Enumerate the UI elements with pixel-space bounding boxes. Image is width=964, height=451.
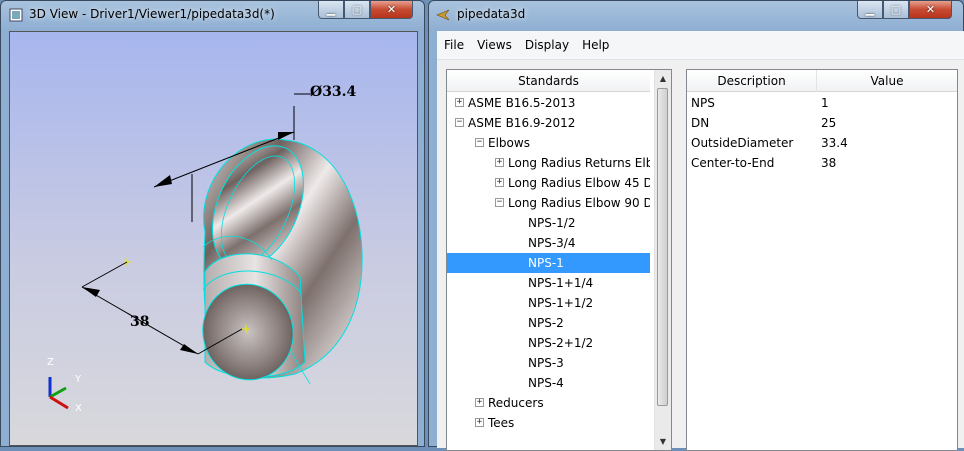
- menu-file[interactable]: File: [437, 38, 470, 52]
- property-description: Center-to-End: [691, 156, 775, 170]
- maximize-icon: ▢: [890, 3, 902, 16]
- tree-header[interactable]: Standards: [447, 70, 650, 92]
- length-label: 38: [130, 314, 150, 330]
- tree-item-label: NPS-4: [528, 376, 564, 390]
- tree-item[interactable]: NPS-2+1/2: [447, 333, 650, 353]
- expand-icon[interactable]: +: [495, 158, 504, 167]
- tree-item[interactable]: + ASME B16.5-2013: [447, 93, 650, 113]
- maximize-icon: ▢: [351, 3, 363, 16]
- main-window: pipedata3d ▁ ▢ ✕ File Views Display Help…: [428, 0, 964, 451]
- property-description: NPS: [691, 96, 715, 110]
- collapse-icon[interactable]: −: [455, 118, 464, 127]
- collapse-icon[interactable]: −: [475, 138, 484, 147]
- tree-item-label: NPS-2+1/2: [528, 336, 594, 350]
- expand-icon[interactable]: +: [455, 98, 464, 107]
- tree-item[interactable]: + Long Radius Returns Elbow: [447, 153, 650, 173]
- tree-item-label: NPS-1+1/4: [528, 276, 594, 290]
- axis-y-label: Y: [75, 374, 82, 385]
- tree-item[interactable]: NPS-1+1/2: [447, 293, 650, 313]
- elbow-model: [48, 93, 363, 410]
- tree-item[interactable]: − ASME B16.9-2012: [447, 113, 650, 133]
- 3d-viewport[interactable]: Ø33.4 38 Z Y X: [9, 31, 418, 446]
- axis-x-label: X: [75, 403, 82, 414]
- viewer-window: 3D View - Driver1/Viewer1/pipedata3d(*) …: [0, 0, 425, 447]
- tree-item[interactable]: + Long Radius Elbow 45 Degr: [447, 173, 650, 193]
- property-description: DN: [691, 116, 710, 130]
- tree-item-label: NPS-2: [528, 316, 564, 330]
- scroll-down-arrow[interactable]: ▼: [655, 433, 671, 450]
- diameter-label: Ø33.4: [310, 84, 357, 100]
- maximize-button[interactable]: ▢: [883, 1, 909, 19]
- collapse-icon[interactable]: −: [495, 198, 504, 207]
- menu-views[interactable]: Views: [470, 38, 518, 52]
- expand-icon[interactable]: +: [475, 418, 484, 427]
- tree-item-label: Elbows: [488, 136, 530, 150]
- column-description[interactable]: Description: [687, 70, 817, 92]
- main-client: File Views Display Help Standards + ASME …: [437, 31, 964, 451]
- scroll-thumb[interactable]: [657, 88, 668, 406]
- tree-item[interactable]: NPS-3: [447, 353, 650, 373]
- tree-item[interactable]: + Tees: [447, 413, 650, 433]
- plane-icon: [436, 9, 450, 21]
- tree-item-label: Tees: [488, 416, 515, 430]
- tree-item-label: Long Radius Returns Elbow: [508, 156, 650, 170]
- app-icon: [9, 8, 23, 22]
- property-value: 33.4: [821, 136, 848, 150]
- expand-icon[interactable]: +: [495, 178, 504, 187]
- tree-item-label: Long Radius Elbow 45 Degr: [508, 176, 650, 190]
- main-titlebar[interactable]: pipedata3d ▁ ▢ ✕: [429, 1, 963, 29]
- property-value: 38: [821, 156, 837, 170]
- tree-item[interactable]: NPS-1/2: [447, 213, 650, 233]
- close-icon: ✕: [386, 3, 397, 16]
- tree-item-label: NPS-1+1/2: [528, 296, 594, 310]
- tree-scrollbar[interactable]: ▲ ▼: [654, 70, 671, 450]
- menu-help[interactable]: Help: [575, 38, 615, 52]
- main-title: pipedata3d: [457, 7, 526, 21]
- tree-item-label: ASME B16.9-2012: [468, 116, 576, 130]
- close-icon: ✕: [925, 3, 936, 16]
- tree-item[interactable]: NPS-1+1/4: [447, 273, 650, 293]
- viewer-titlebar[interactable]: 3D View - Driver1/Viewer1/pipedata3d(*) …: [1, 1, 424, 29]
- minimize-button[interactable]: ▁: [857, 1, 883, 19]
- property-description: OutsideDiameter: [691, 136, 794, 150]
- tree-item-label: Reducers: [488, 396, 544, 410]
- tree-item[interactable]: NPS-1: [447, 253, 650, 273]
- tree-item[interactable]: NPS-2: [447, 313, 650, 333]
- minimize-button[interactable]: ▁: [318, 1, 344, 19]
- tree-item-label: Long Radius Elbow 90 Degr: [508, 196, 650, 210]
- tree-item[interactable]: NPS-4: [447, 373, 650, 393]
- menu-display[interactable]: Display: [518, 38, 575, 52]
- menu-bar: File Views Display Help: [437, 31, 964, 60]
- minimize-icon: ▁: [865, 3, 875, 16]
- axis-z-label: Z: [47, 357, 54, 368]
- tree-item-label: NPS-3: [528, 356, 564, 370]
- close-button[interactable]: ✕: [370, 1, 413, 19]
- tree-item[interactable]: NPS-3/4: [447, 233, 650, 253]
- viewer-title: 3D View - Driver1/Viewer1/pipedata3d(*): [29, 7, 275, 21]
- tree-item[interactable]: + Reducers: [447, 393, 650, 413]
- column-value[interactable]: Value: [817, 70, 957, 92]
- tree-item[interactable]: − Elbows: [447, 133, 650, 153]
- tree-item-label: NPS-3/4: [528, 236, 576, 250]
- scroll-up-arrow[interactable]: ▲: [655, 70, 671, 87]
- tree-item-label: NPS-1/2: [528, 216, 576, 230]
- properties-table: Description Value NPS 1 DN 25 OutsideDiamete…: [686, 69, 958, 451]
- properties-header: Description Value: [687, 70, 957, 92]
- close-button[interactable]: ✕: [909, 1, 952, 19]
- minimize-icon: ▁: [326, 3, 336, 16]
- tree-item-label: NPS-1: [528, 256, 564, 270]
- tree-item-label: ASME B16.5-2013: [468, 96, 576, 110]
- tree-item[interactable]: −Long Radius Elbow 90 Degr: [447, 193, 650, 213]
- standards-tree[interactable]: Standards + ASME B16.5-2013− ASME B16.9-20…: [446, 69, 672, 451]
- expand-icon[interactable]: +: [475, 398, 484, 407]
- property-value: 25: [821, 116, 837, 130]
- tree-header-label: Standards: [518, 73, 579, 88]
- maximize-button[interactable]: ▢: [344, 1, 370, 19]
- property-value: 1: [821, 96, 829, 110]
